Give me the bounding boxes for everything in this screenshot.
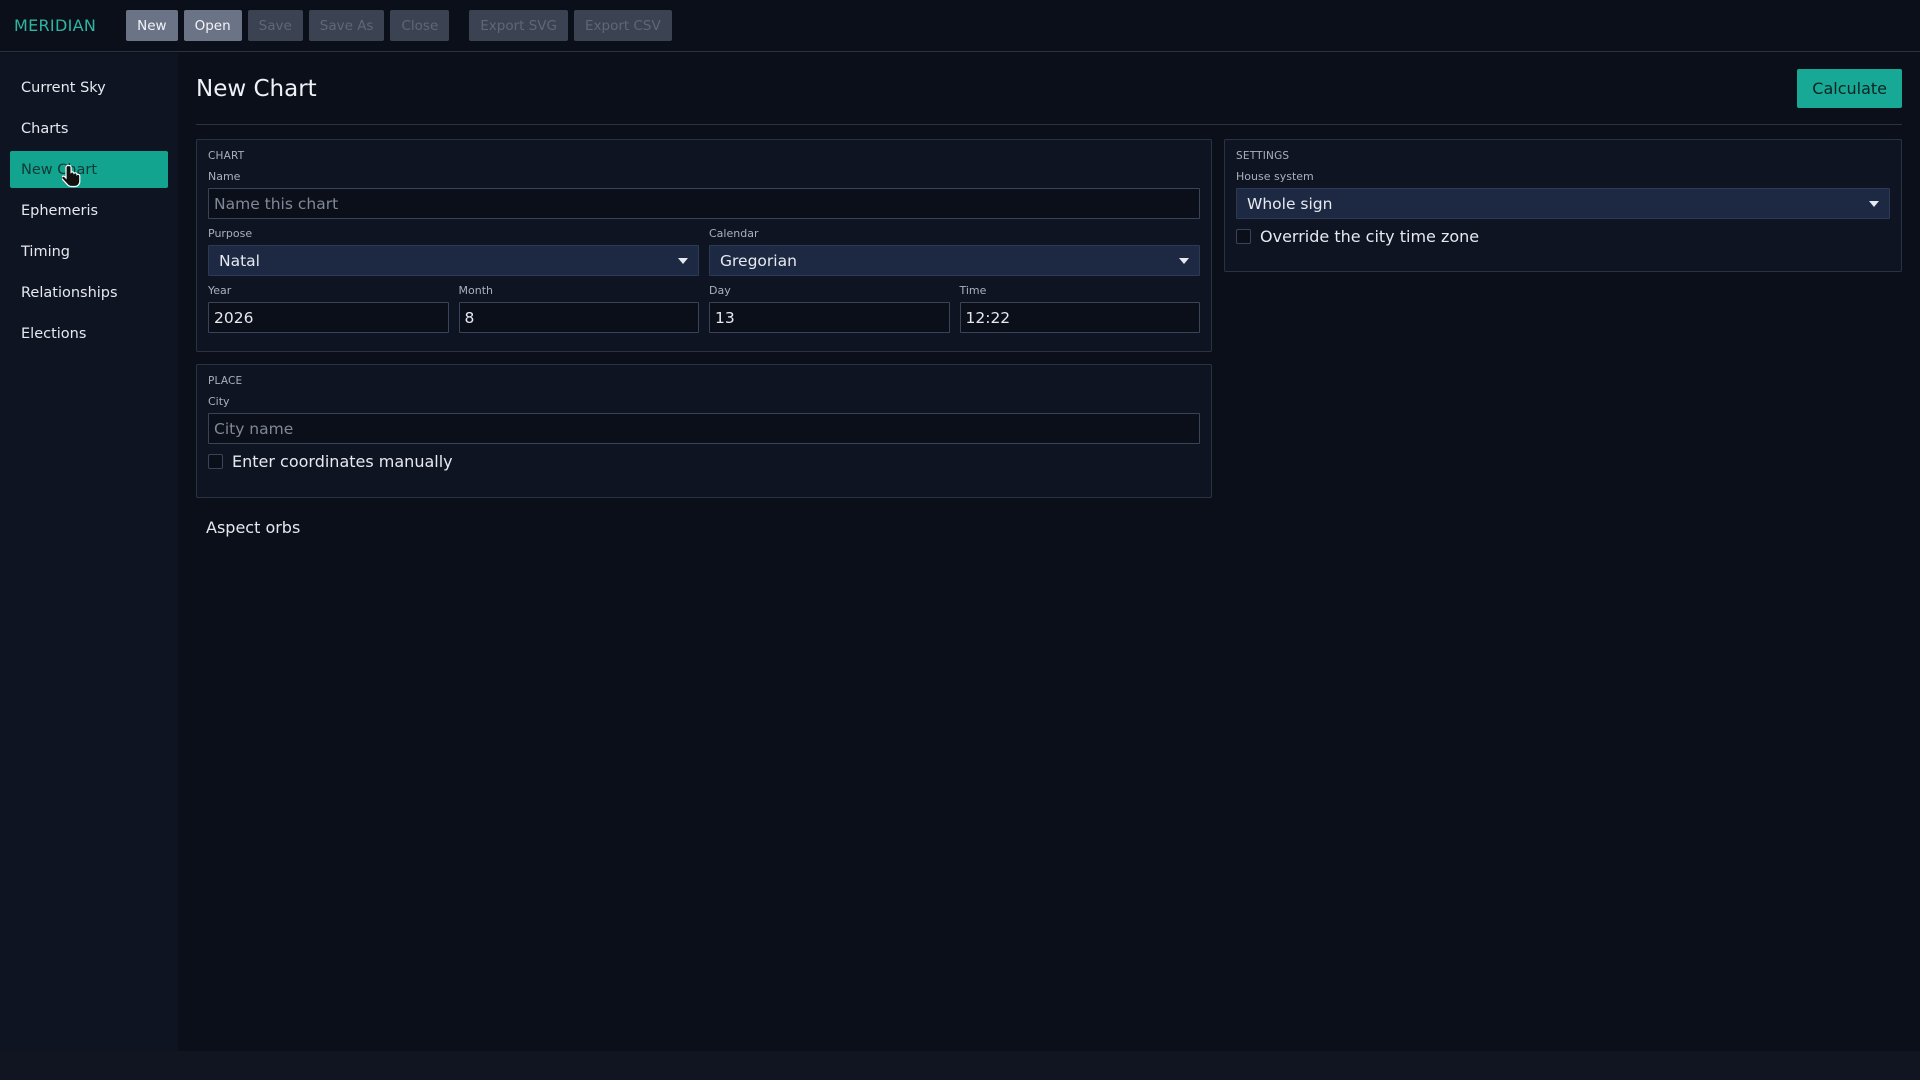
year-label: Year [208, 284, 232, 297]
calendar-select[interactable]: Gregorian [709, 245, 1200, 276]
calculate-button[interactable]: Calculate [1797, 69, 1902, 108]
new-button[interactable]: New [126, 10, 178, 41]
house-system-label: House system [1236, 170, 1314, 183]
manual-coords-checkbox[interactable] [208, 454, 223, 469]
house-system-select[interactable]: Whole sign [1236, 188, 1890, 219]
manual-coords-label: Enter coordinates manually [232, 452, 453, 471]
open-button[interactable]: Open [183, 10, 242, 41]
year-input[interactable] [208, 302, 449, 333]
override-tz-label: Override the city time zone [1260, 227, 1480, 246]
purpose-label: Purpose [208, 227, 253, 240]
chart-card-title: CHART [208, 150, 245, 162]
save-as-button[interactable]: Save As [308, 10, 385, 41]
close-button[interactable]: Close [390, 10, 450, 41]
city-input[interactable] [208, 413, 1200, 444]
name-label: Name [208, 170, 241, 183]
sidebar: Current Sky Charts New Chart Ephemeris T… [0, 53, 178, 1051]
sidebar-item-ephemeris[interactable]: Ephemeris [10, 192, 168, 229]
page-title: New Chart [196, 75, 317, 102]
chevron-down-icon [1869, 200, 1879, 207]
override-tz-checkbox[interactable] [1236, 229, 1251, 244]
aspect-orbs-toggle[interactable]: Aspect orbs [206, 518, 300, 537]
time-label: Time [959, 284, 987, 297]
manual-coords-row[interactable]: Enter coordinates manually [208, 452, 1200, 471]
sidebar-item-new-chart[interactable]: New Chart [10, 151, 168, 188]
sidebar-item-current-sky[interactable]: Current Sky [10, 69, 168, 106]
sidebar-item-elections[interactable]: Elections [10, 315, 168, 352]
hand-cursor-icon [62, 164, 81, 188]
place-card-title: PLACE [208, 375, 243, 387]
main-content: New Chart Calculate CHART Name Purpose N… [196, 53, 1902, 537]
top-toolbar: MERIDIAN New Open Save Save As Close Exp… [0, 0, 1920, 52]
page-header: New Chart Calculate [196, 53, 1902, 125]
footer-strip [0, 1051, 1920, 1080]
purpose-select[interactable]: Natal [208, 245, 699, 276]
chevron-down-icon [678, 257, 688, 264]
app-brand: MERIDIAN [14, 16, 97, 35]
month-label: Month [458, 284, 493, 297]
export-csv-button[interactable]: Export CSV [574, 10, 672, 41]
day-label: Day [709, 284, 731, 297]
save-button[interactable]: Save [247, 10, 303, 41]
settings-card: SETTINGS House system Whole sign Overrid… [1224, 139, 1902, 272]
calendar-value: Gregorian [720, 251, 797, 270]
calendar-label: Calendar [709, 227, 759, 240]
chart-name-input[interactable] [208, 188, 1200, 219]
override-tz-row[interactable]: Override the city time zone [1236, 227, 1890, 246]
place-card: PLACE City Enter coordinates manually [196, 364, 1212, 498]
purpose-value: Natal [219, 251, 260, 270]
sidebar-item-timing[interactable]: Timing [10, 233, 168, 270]
sidebar-item-relationships[interactable]: Relationships [10, 274, 168, 311]
time-input[interactable] [959, 302, 1200, 333]
day-input[interactable] [709, 302, 950, 333]
month-input[interactable] [458, 302, 699, 333]
settings-card-title: SETTINGS [1236, 150, 1290, 162]
city-label: City [208, 395, 230, 408]
chevron-down-icon [1179, 257, 1189, 264]
house-system-value: Whole sign [1247, 194, 1333, 213]
export-svg-button[interactable]: Export SVG [469, 10, 568, 41]
chart-card: CHART Name Purpose Natal Calendar Gregor… [196, 139, 1212, 352]
sidebar-item-charts[interactable]: Charts [10, 110, 168, 147]
